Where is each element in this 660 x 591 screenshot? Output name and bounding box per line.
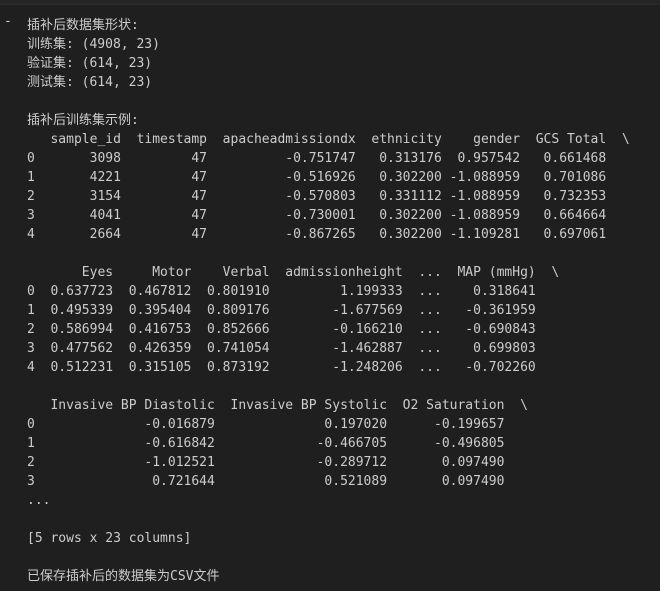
output-line: 2 -1.012521 -0.289712 0.097490 xyxy=(27,455,505,470)
output-line: 0 3098 47 -0.751747 0.313176 0.957542 0.… xyxy=(27,151,607,166)
output-line: 0 -0.016879 0.197020 -0.199657 xyxy=(27,417,505,432)
output-line: Invasive BP Diastolic Invasive BP Systol… xyxy=(27,398,528,413)
output-line: 训练集: (4908, 23) xyxy=(27,37,160,52)
output-line: 已保存插补后的数据集为CSV文件 xyxy=(27,569,220,584)
output-line: 3 0.477562 0.426359 0.741054 -1.462887 .… xyxy=(27,341,536,356)
output-line: 1 -0.616842 -0.466705 -0.496805 xyxy=(27,436,505,451)
output-line: 插补后数据集形状: xyxy=(27,18,139,33)
output-line: 3 0.721644 0.521089 0.097490 xyxy=(27,474,505,489)
editor-top-bar xyxy=(0,0,660,5)
output-line: 0 0.637723 0.467812 0.801910 1.199333 ..… xyxy=(27,284,536,299)
output-line: [5 rows x 23 columns] xyxy=(27,531,192,546)
output-line: 2 0.586994 0.416753 0.852666 -0.166210 .… xyxy=(27,322,536,337)
output-line: ... xyxy=(27,493,51,508)
output-line: Eyes Motor Verbal admissionheight ... MA… xyxy=(27,265,560,280)
output-line: 验证集: (614, 23) xyxy=(27,56,153,71)
output-line: 1 0.495339 0.395404 0.809176 -1.677569 .… xyxy=(27,303,536,318)
output-line: 1 4221 47 -0.516926 0.302200 -1.088959 0… xyxy=(27,170,607,185)
output-line: sample_id timestamp apacheadmissiondx et… xyxy=(27,132,630,147)
output-line: 4 0.512231 0.315105 0.873192 -1.248206 .… xyxy=(27,360,536,375)
output-line: 测试集: (614, 23) xyxy=(27,75,153,90)
cell-output: 插补后数据集形状: 训练集: (4908, 23) 验证集: (614, 23) 测试… xyxy=(27,16,630,586)
output-line: 插补后训练集示例: xyxy=(27,113,139,128)
collapse-marker-icon[interactable]: - xyxy=(4,14,12,29)
output-line: 4 2664 47 -0.867265 0.302200 -1.109281 0… xyxy=(27,227,607,242)
output-line: 3 4041 47 -0.730001 0.302200 -1.088959 0… xyxy=(27,208,607,223)
output-line: 2 3154 47 -0.570803 0.331112 -1.088959 0… xyxy=(27,189,607,204)
